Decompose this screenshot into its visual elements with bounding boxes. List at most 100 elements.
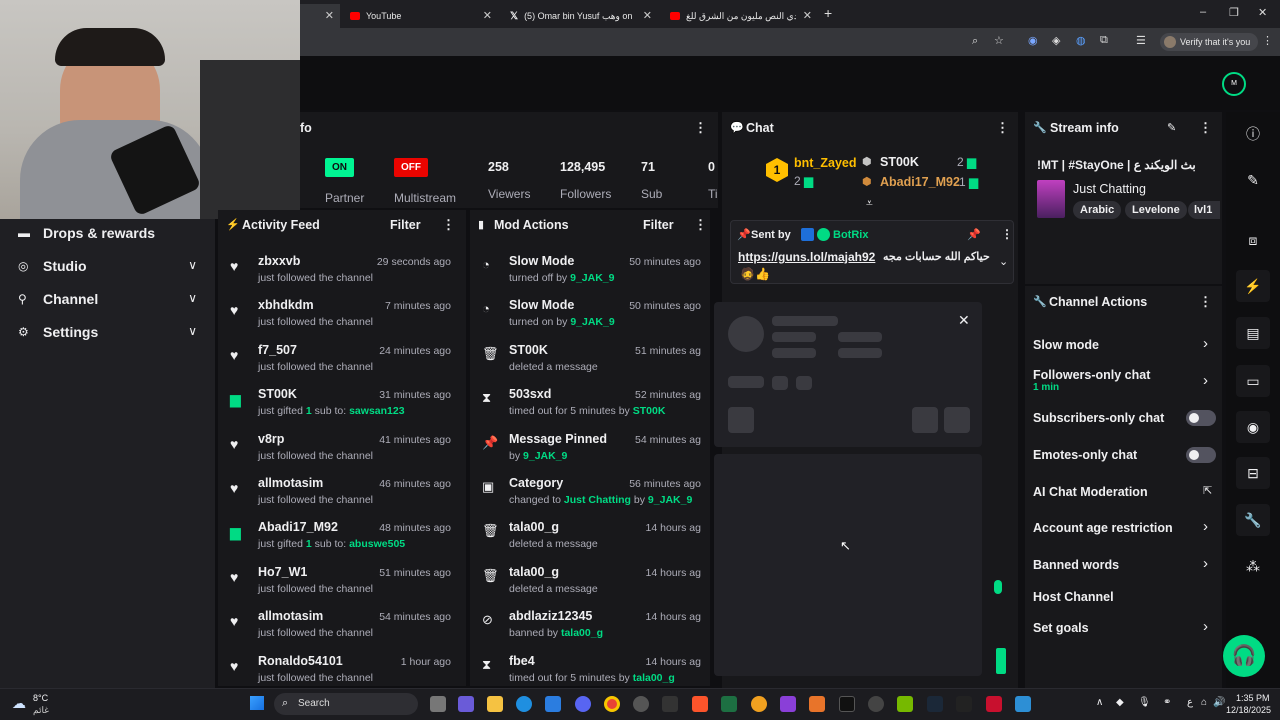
pinned-link[interactable]: https://guns.lol/majah92 (738, 250, 875, 264)
moderator-name[interactable]: tala00_g (561, 627, 603, 639)
feed-username[interactable]: ST00K (258, 387, 297, 401)
edit-pencil-icon[interactable]: ✎ (1167, 121, 1176, 134)
mod-action-item[interactable]: ◔ Slow Mode 50 minutes ago turned on by … (470, 298, 705, 342)
moderator-name[interactable]: 9_JAK_9 (648, 494, 692, 506)
feed-username[interactable]: zbxxvb (258, 254, 300, 268)
feed-username[interactable]: v8rp (258, 432, 284, 446)
activity-filter-button[interactable]: Filter (390, 218, 421, 232)
more-options-icon[interactable]: ⋮ (694, 120, 707, 136)
channel-avatar[interactable]: M (1222, 72, 1246, 96)
browser-menu-icon[interactable]: ⋮ (1262, 34, 1273, 47)
feed-username[interactable]: Abadi17_M92 (258, 520, 338, 534)
mod-action-item[interactable]: ⊘ abdlaziz12345 14 hours ag banned by ta… (470, 609, 705, 653)
mod-action-item[interactable]: 📌 Message Pinned 54 minutes ag by 9_JAK_… (470, 432, 705, 476)
clock-time[interactable]: 1:35 PM (1236, 693, 1270, 703)
activity-feed-item[interactable]: ♥ allmotasim 54 minutes ago just followe… (218, 609, 463, 653)
app-icon[interactable] (780, 696, 796, 712)
feed-username[interactable]: Ho7_W1 (258, 565, 307, 579)
more-options-icon[interactable]: ⋮ (694, 217, 707, 233)
close-tab-icon[interactable]: ✕ (483, 9, 492, 22)
profile-button[interactable]: Verify that it's you (1160, 33, 1259, 51)
tag-pill[interactable]: lvl1 (1188, 201, 1220, 219)
info-icon[interactable]: ⓘ (1236, 118, 1270, 150)
mod-filter-button[interactable]: Filter (643, 218, 674, 232)
chevron-right-icon[interactable]: › (1203, 372, 1208, 389)
close-tab-icon[interactable]: ✕ (803, 9, 812, 22)
copilot-icon[interactable] (458, 696, 474, 712)
host-channel-row[interactable]: Host Channel (1033, 590, 1215, 604)
more-options-icon[interactable]: ⋮ (1001, 227, 1013, 241)
weather-temp[interactable]: 8°C (33, 693, 48, 703)
activity-feed-item[interactable]: ♥ Ho7_W1 51 minutes ago just followed th… (218, 565, 463, 609)
extension-icon[interactable]: ◉ (1028, 34, 1038, 47)
mod-view-icon[interactable]: ⊟ (1236, 457, 1270, 489)
chevron-right-icon[interactable]: › (1203, 555, 1208, 572)
banned-words-row[interactable]: Banned words (1033, 558, 1215, 572)
set-goals-row[interactable]: Set goals (1033, 621, 1215, 635)
browser-tab-youtube-2[interactable]: تحدي النص مليون من الشرق للغ ✕ (662, 4, 818, 28)
category-boxart[interactable] (1037, 180, 1065, 218)
app-icon[interactable] (986, 696, 1002, 712)
mod-action-title[interactable]: tala00_g (509, 520, 559, 534)
extension-icon[interactable]: ◍ (1076, 34, 1086, 47)
more-options-icon[interactable]: ⋮ (442, 217, 455, 233)
mod-action-title[interactable]: tala00_g (509, 565, 559, 579)
slow-mode-row[interactable]: Slow mode (1033, 338, 1215, 352)
new-tab-button[interactable]: + (824, 5, 832, 21)
language-indicator[interactable]: ع (1187, 697, 1193, 708)
mod-action-item[interactable]: ⧗ 503sxd 52 minutes ag timed out for 5 m… (470, 387, 705, 431)
activity-feed-item[interactable]: ♥ f7_507 24 minutes ago just followed th… (218, 343, 463, 387)
broadcast-icon[interactable]: ◉ (1236, 411, 1270, 443)
bot-name[interactable]: BotRix (833, 229, 868, 241)
activity-feed-item[interactable]: ♥ zbxxvb 29 seconds ago just followed th… (218, 254, 463, 298)
emotes-only-toggle[interactable] (1186, 447, 1216, 463)
mod-action-title[interactable]: 503sxd (509, 387, 551, 401)
mod-action-title[interactable]: ST00K (509, 343, 548, 357)
unpin-icon[interactable]: 📌 (967, 228, 981, 241)
browser-tab-youtube[interactable]: YouTube ✕ (342, 4, 498, 28)
feed-username[interactable]: Ronaldo54101 (258, 654, 343, 668)
volume-icon[interactable]: 🔊 (1213, 697, 1225, 708)
taskbar-search[interactable]: ⌕ Search (274, 693, 418, 715)
feed-username[interactable]: allmotasim (258, 476, 323, 490)
clock-date[interactable]: 12/18/2025 (1226, 705, 1271, 715)
activity-feed-item[interactable]: ♥ xbhdkdm 7 minutes ago just followed th… (218, 298, 463, 342)
mic-icon[interactable]: 🎙 (1138, 697, 1151, 708)
app-icon[interactable] (662, 696, 678, 712)
edge-icon[interactable] (516, 696, 532, 712)
mod-action-item[interactable]: 🗑 ST00K 51 minutes ag deleted a message (470, 343, 705, 387)
app-icon[interactable] (868, 696, 884, 712)
activity-feed-item[interactable]: ♥ v8rp 41 minutes ago just followed the … (218, 432, 463, 476)
moderator-name[interactable]: 9_JAK_9 (523, 450, 567, 462)
mod-action-title[interactable]: fbe4 (509, 654, 535, 668)
recipient-name[interactable]: abuswe505 (349, 538, 405, 550)
tab-search-icon[interactable]: ☰ (1136, 34, 1146, 47)
edit-icon[interactable]: ✎ (1236, 164, 1270, 196)
category-name[interactable]: Just Chatting (1073, 182, 1146, 196)
more-options-icon[interactable]: ⋮ (1199, 120, 1212, 136)
moderator-name[interactable]: tala00_g (633, 672, 675, 684)
chat-bubble-icon[interactable]: ▭ (1236, 365, 1270, 397)
mod-action-title[interactable]: Slow Mode (509, 298, 574, 312)
collapse-leaderboard-icon[interactable]: ⩡ (866, 196, 873, 211)
nav-channel[interactable]: ⚲ Channel ∨ (0, 286, 215, 316)
activity-feed-item[interactable]: ♥ allmotasim 46 minutes ago just followe… (218, 476, 463, 520)
mod-action-item[interactable]: ▣ Category 56 minutes ago changed to Jus… (470, 476, 705, 520)
close-tab-icon[interactable]: ✕ (643, 9, 652, 22)
tag-pill[interactable]: Arabic (1073, 201, 1122, 219)
subscribers-only-toggle[interactable] (1186, 410, 1216, 426)
screen-icon[interactable]: ⧈ (1236, 224, 1270, 256)
dots-group-icon[interactable]: ⁂ (1236, 550, 1270, 582)
app-icon[interactable] (1015, 696, 1031, 712)
feed-username[interactable]: f7_507 (258, 343, 297, 357)
mod-action-title[interactable]: abdlaziz12345 (509, 609, 592, 623)
steam-icon[interactable] (927, 696, 943, 712)
recipient-name[interactable]: sawsan123 (349, 405, 404, 417)
minimize-button[interactable]: – (1200, 6, 1206, 18)
close-tab-icon[interactable]: ✕ (325, 9, 334, 22)
mod-action-title[interactable]: Slow Mode (509, 254, 574, 268)
tray-app-icon[interactable]: ◆ (1116, 697, 1124, 708)
feed-username[interactable]: allmotasim (258, 609, 323, 623)
file-explorer-icon[interactable] (487, 696, 503, 712)
windows-start-icon[interactable] (250, 696, 264, 710)
